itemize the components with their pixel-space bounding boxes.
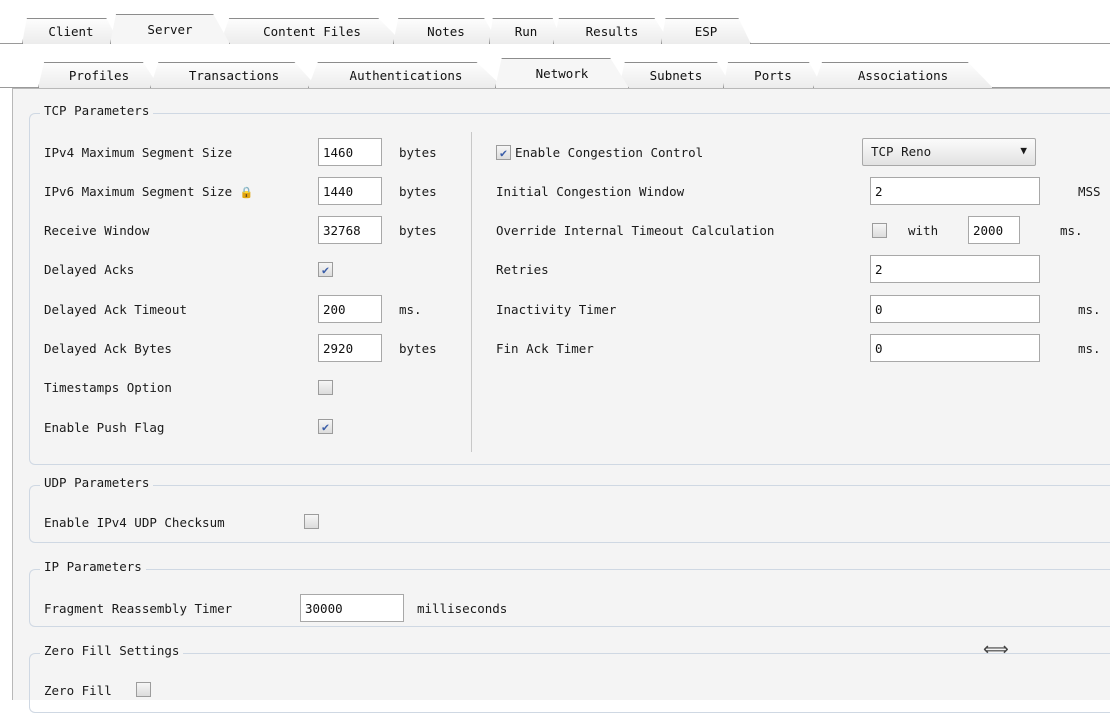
ipv6-mss-unit: bytes bbox=[399, 184, 437, 199]
chevron-down-icon: ▼ bbox=[1020, 144, 1027, 157]
tab-content-files[interactable]: Content Files bbox=[220, 18, 404, 44]
ipv6-mss-label: IPv6 Maximum Segment Size 🔒 bbox=[44, 184, 253, 199]
fin-ack-timer-label: Fin Ack Timer bbox=[496, 341, 594, 356]
enable-push-flag-label: Enable Push Flag bbox=[44, 420, 165, 435]
initial-cwnd-unit: MSS bbox=[1078, 184, 1101, 199]
inactivity-timer-unit: ms. bbox=[1078, 302, 1101, 317]
ipv4-mss-input[interactable] bbox=[318, 138, 382, 166]
ipv4-mss-unit: bytes bbox=[399, 145, 437, 160]
resize-horizontal-icon[interactable]: ⟺ bbox=[983, 639, 1009, 660]
override-timeout-with-label: with bbox=[908, 223, 939, 238]
congestion-algorithm-select[interactable]: TCP Reno ▼ bbox=[862, 138, 1036, 166]
tab-notes[interactable]: Notes bbox=[393, 18, 499, 44]
fin-ack-timer-unit: ms. bbox=[1078, 341, 1101, 356]
enable-push-flag-checkbox[interactable]: ✔ bbox=[318, 419, 333, 434]
checkmark-icon: ✔ bbox=[321, 262, 330, 277]
override-timeout-checkbox[interactable] bbox=[872, 223, 887, 238]
fragment-timer-label: Fragment Reassembly Timer bbox=[44, 601, 233, 616]
initial-cwnd-label: Initial Congestion Window bbox=[496, 184, 685, 199]
udp-checksum-checkbox[interactable] bbox=[304, 514, 319, 529]
delayed-ack-bytes-unit: bytes bbox=[399, 341, 437, 356]
tab-associations[interactable]: Associations bbox=[813, 62, 993, 88]
delayed-acks-checkbox[interactable]: ✔ bbox=[318, 262, 333, 277]
zero-fill-checkbox[interactable] bbox=[136, 682, 151, 697]
udp-checksum-label: Enable IPv4 UDP Checksum bbox=[44, 515, 225, 530]
zero-fill-label: Zero Fill bbox=[44, 683, 112, 698]
tab-client[interactable]: Client bbox=[22, 18, 120, 44]
column-divider bbox=[471, 132, 472, 452]
tcp-parameters-title: TCP Parameters bbox=[40, 103, 154, 118]
tab-ports[interactable]: Ports bbox=[723, 62, 823, 88]
congestion-control-label: Enable Congestion Control bbox=[515, 145, 704, 160]
fin-ack-timer-input[interactable] bbox=[870, 334, 1040, 362]
retries-input[interactable] bbox=[870, 255, 1040, 283]
lock-icon: 🔒 bbox=[239, 186, 254, 199]
tab-network[interactable]: Network bbox=[495, 58, 629, 88]
ipv6-mss-label-text: IPv6 Maximum Segment Size bbox=[44, 184, 233, 199]
tab-authentications[interactable]: Authentications bbox=[308, 62, 504, 88]
zero-fill-settings-title: Zero Fill Settings bbox=[40, 643, 184, 658]
tab-profiles[interactable]: Profiles bbox=[38, 62, 160, 88]
tab-server[interactable]: Server bbox=[110, 14, 230, 44]
udp-parameters-group: UDP Parameters Enable IPv4 UDP Checksum bbox=[29, 475, 1110, 543]
receive-window-label: Receive Window bbox=[44, 223, 150, 238]
timestamps-option-checkbox[interactable] bbox=[318, 380, 333, 395]
inactivity-timer-input[interactable] bbox=[870, 295, 1040, 323]
delayed-ack-timeout-unit: ms. bbox=[399, 302, 422, 317]
checkmark-icon: ✔ bbox=[321, 419, 330, 434]
delayed-ack-timeout-input[interactable] bbox=[318, 295, 382, 323]
ipv4-mss-label: IPv4 Maximum Segment Size bbox=[44, 145, 233, 160]
delayed-acks-label: Delayed Acks bbox=[44, 262, 135, 277]
ipv6-mss-input[interactable] bbox=[318, 177, 382, 205]
receive-window-unit: bytes bbox=[399, 223, 437, 238]
delayed-ack-bytes-label: Delayed Ack Bytes bbox=[44, 341, 172, 356]
ip-parameters-group: IP Parameters Fragment Reassembly Timer … bbox=[29, 559, 1110, 627]
network-settings-panel: TCP Parameters IPv4 Maximum Segment Size… bbox=[12, 88, 1110, 713]
tab-results[interactable]: Results bbox=[553, 18, 671, 44]
override-timeout-input[interactable] bbox=[968, 216, 1020, 244]
udp-parameters-title: UDP Parameters bbox=[40, 475, 154, 490]
fragment-timer-input[interactable] bbox=[300, 594, 404, 622]
tab-esp[interactable]: ESP bbox=[661, 18, 751, 44]
tab-subnets[interactable]: Subnets bbox=[619, 62, 733, 88]
congestion-algorithm-value: TCP Reno bbox=[871, 144, 932, 159]
zero-fill-settings-group: Zero Fill Settings Zero Fill bbox=[29, 643, 1110, 713]
override-timeout-unit: ms. bbox=[1060, 223, 1083, 238]
override-timeout-label: Override Internal Timeout Calculation bbox=[496, 223, 775, 238]
initial-cwnd-input[interactable] bbox=[870, 177, 1040, 205]
checkmark-icon: ✔ bbox=[499, 145, 508, 160]
receive-window-input[interactable] bbox=[318, 216, 382, 244]
inactivity-timer-label: Inactivity Timer bbox=[496, 302, 617, 317]
server-subtab-bar: Profiles Transactions Authentications Ne… bbox=[0, 58, 1110, 88]
main-tab-bar: Client Server Content Files Notes Run Re… bbox=[0, 14, 1110, 44]
retries-label: Retries bbox=[496, 262, 549, 277]
tab-run[interactable]: Run bbox=[489, 18, 563, 44]
tcp-parameters-group: TCP Parameters IPv4 Maximum Segment Size… bbox=[29, 103, 1110, 465]
ip-parameters-title: IP Parameters bbox=[40, 559, 146, 574]
delayed-ack-bytes-input[interactable] bbox=[318, 334, 382, 362]
timestamps-option-label: Timestamps Option bbox=[44, 380, 172, 395]
delayed-ack-timeout-label: Delayed Ack Timeout bbox=[44, 302, 187, 317]
fragment-timer-unit: milliseconds bbox=[417, 601, 508, 616]
tab-transactions[interactable]: Transactions bbox=[150, 62, 318, 88]
congestion-control-checkbox[interactable]: ✔ bbox=[496, 145, 511, 160]
